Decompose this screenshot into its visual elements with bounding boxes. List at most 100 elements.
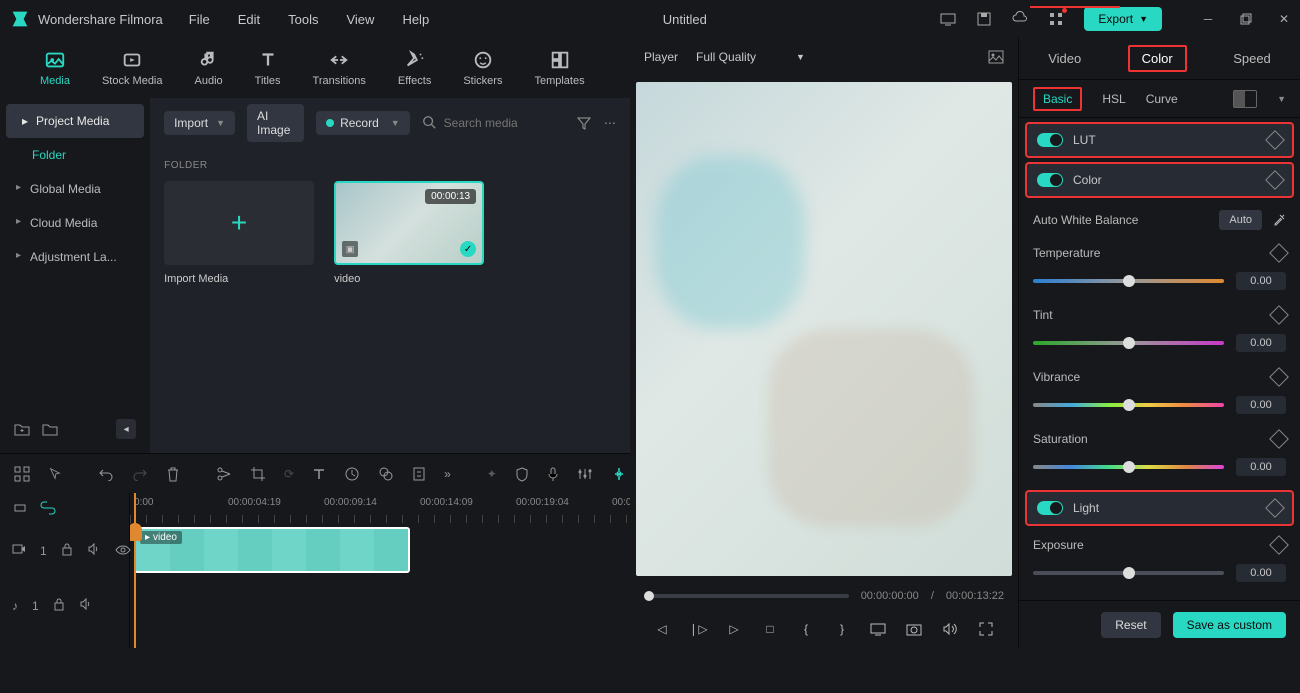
stop-icon[interactable]: □ [762,621,778,637]
tab-titles[interactable]: Titles [255,49,281,87]
import-media-tile[interactable]: + [164,181,314,265]
timeline-ruler[interactable]: 0:00 00:00:04:19 00:00:09:14 00:00:14:09… [130,493,630,523]
compare-icon[interactable] [1233,90,1257,108]
reset-button[interactable]: Reset [1101,612,1160,638]
save-icon[interactable] [976,11,992,27]
split-icon[interactable] [216,466,232,482]
audio-mute-icon[interactable] [79,598,93,613]
step-back-icon[interactable]: ❘▷ [690,621,706,637]
folder-icon[interactable] [42,421,58,437]
voiceover-icon[interactable] [547,466,559,482]
redo-icon[interactable] [132,466,148,482]
display-icon[interactable] [870,621,886,637]
play-icon[interactable]: ▷ [726,621,742,637]
tint-keyframe-icon[interactable] [1269,305,1289,325]
sidebar-global-media[interactable]: Global Media [0,172,150,206]
ai-icon[interactable]: ✦ [487,466,497,482]
tab-templates[interactable]: Templates [534,49,584,87]
video-thumbnail[interactable]: 00:00:13 ▣ ✓ [334,181,484,265]
snapshot-icon[interactable] [906,621,922,637]
quality-dropdown[interactable]: Full Quality▼ [696,50,805,64]
marker-tool-icon[interactable] [611,466,627,482]
timeline-expand-icon[interactable] [12,500,28,516]
vibrance-slider[interactable] [1033,403,1224,407]
menu-tools[interactable]: Tools [288,12,318,27]
section-lut[interactable]: LUT [1025,122,1294,158]
tint-value[interactable]: 0.00 [1236,334,1286,352]
saturation-value[interactable]: 0.00 [1236,458,1286,476]
maximize-icon[interactable] [1238,11,1254,27]
audio-lock-icon[interactable] [53,597,65,614]
tab-effects[interactable]: Effects [398,49,431,87]
subtab-hsl[interactable]: HSL [1102,92,1125,106]
temperature-slider[interactable] [1033,279,1224,283]
exposure-slider[interactable] [1033,571,1224,575]
sidebar-folder[interactable]: Folder [0,138,150,172]
light-toggle[interactable] [1037,501,1063,515]
vibrance-value[interactable]: 0.00 [1236,396,1286,414]
exposure-keyframe-icon[interactable] [1269,535,1289,555]
more-icon[interactable]: ⋯ [604,115,616,131]
track-mute-icon[interactable] [87,543,101,558]
search-input[interactable] [444,116,564,130]
fullscreen-icon[interactable] [978,621,994,637]
link-icon[interactable] [40,500,56,516]
menu-view[interactable]: View [346,12,374,27]
menu-help[interactable]: Help [402,12,429,27]
tint-slider[interactable] [1033,341,1224,345]
inspector-tab-speed[interactable]: Speed [1221,47,1283,70]
audio-track-header[interactable]: ♪ 1 [0,578,129,633]
sidebar-adjustment[interactable]: Adjustment La... [0,240,150,274]
speed-tool-icon[interactable]: ⟳ [284,466,294,482]
tab-transitions[interactable]: Transitions [313,49,366,87]
cloud-icon[interactable] [1012,11,1028,27]
lut-keyframe-icon[interactable] [1265,130,1285,150]
subtab-basic[interactable]: Basic [1033,87,1082,111]
cursor-icon[interactable] [48,466,62,482]
mask-icon[interactable] [515,466,529,482]
delete-icon[interactable] [166,466,180,482]
sidebar-cloud-media[interactable]: Cloud Media [0,206,150,240]
subtab-curve[interactable]: Curve [1146,92,1178,106]
track-visibility-icon[interactable] [115,544,131,558]
timeline-clip[interactable]: ▸video [134,527,410,573]
video-track-header[interactable]: 1 [0,523,129,578]
filter-icon[interactable] [576,115,592,131]
saturation-slider[interactable] [1033,465,1224,469]
ai-image-button[interactable]: AI Image [247,104,304,142]
export-button[interactable]: Export▼ [1084,7,1162,31]
exposure-value[interactable]: 0.00 [1236,564,1286,582]
crop-icon[interactable] [250,466,266,482]
scrubber[interactable] [644,594,849,598]
inspector-tab-color[interactable]: Color [1128,45,1187,72]
auto-button[interactable]: Auto [1219,210,1262,230]
screen-icon[interactable] [940,11,956,27]
track-lock-icon[interactable] [61,542,73,559]
preview-image-icon[interactable] [988,49,1004,65]
undo-icon[interactable] [98,466,114,482]
tab-stock[interactable]: Stock Media [102,49,163,87]
apps-icon[interactable] [1048,11,1064,27]
color-tool-icon[interactable] [378,466,394,482]
expand-icon[interactable]: » [444,466,451,482]
prev-frame-icon[interactable]: ◁ [654,621,670,637]
sidebar-project-media[interactable]: ▸ Project Media [6,104,144,138]
lut-toggle[interactable] [1037,133,1063,147]
inspector-tab-video[interactable]: Video [1036,47,1093,70]
mixer-icon[interactable] [577,466,593,482]
menu-edit[interactable]: Edit [238,12,260,27]
compare-dropdown-icon[interactable]: ▼ [1277,94,1286,104]
grid-icon[interactable] [14,466,30,482]
light-keyframe-icon[interactable] [1265,498,1285,518]
tab-media[interactable]: Media [40,49,70,87]
save-custom-button[interactable]: Save as custom [1173,612,1286,638]
tab-stickers[interactable]: Stickers [463,49,502,87]
tab-audio[interactable]: Audio [195,49,223,87]
mark-in-icon[interactable]: { [798,621,814,637]
vibrance-keyframe-icon[interactable] [1269,367,1289,387]
saturation-keyframe-icon[interactable] [1269,429,1289,449]
record-dropdown[interactable]: Record▼ [316,111,410,135]
section-light[interactable]: Light [1025,490,1294,526]
adjust-icon[interactable] [412,466,426,482]
section-color[interactable]: Color [1025,162,1294,198]
